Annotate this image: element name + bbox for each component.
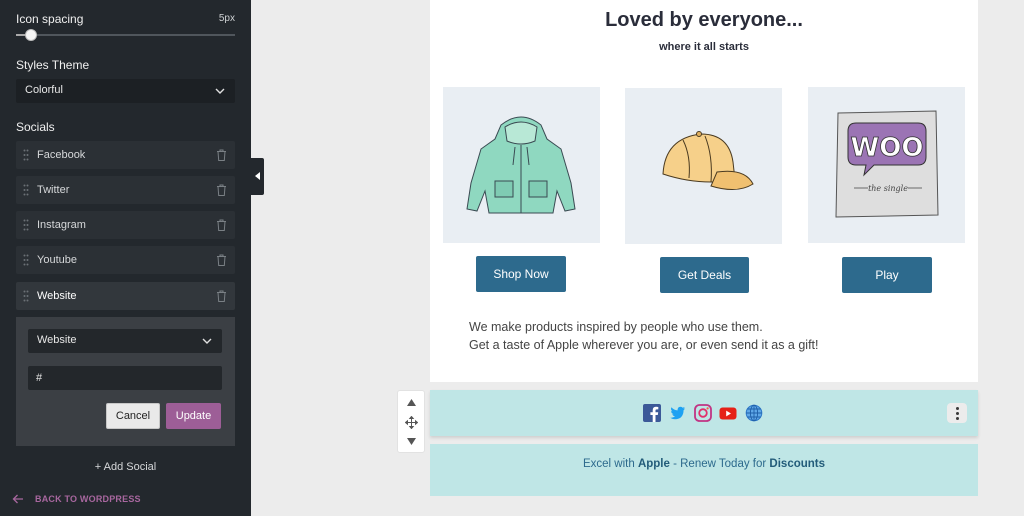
footer-discounts-link[interactable]: Discounts	[769, 458, 825, 470]
twitter-icon[interactable]	[668, 404, 686, 422]
more-options-icon	[956, 412, 959, 415]
drag-handle-icon[interactable]	[23, 219, 29, 231]
social-url-input[interactable]	[28, 366, 222, 390]
play-button[interactable]: Play	[842, 257, 932, 293]
globe-icon[interactable]	[745, 404, 763, 422]
email-headline: Loved by everyone...	[605, 9, 803, 31]
drag-move-icon[interactable]	[405, 416, 418, 429]
move-down-icon[interactable]	[406, 437, 417, 446]
styles-theme-value: Colorful	[25, 84, 63, 96]
more-options-icon	[956, 417, 959, 420]
back-to-wordpress-label: BACK TO WORDPRESS	[35, 494, 141, 504]
block-move-toolbar	[397, 390, 425, 453]
social-row-label: Instagram	[37, 219, 86, 231]
woo-poster-illustration: WOO the single	[835, 110, 939, 218]
social-row-youtube[interactable]: Youtube	[16, 246, 235, 274]
socials-label: Socials	[16, 120, 55, 134]
product-image-hoodie[interactable]	[443, 87, 600, 243]
footer-text: Excel with Apple - Renew Today for Disco…	[430, 458, 978, 470]
trash-icon[interactable]	[216, 290, 227, 302]
styles-theme-select[interactable]: Colorful	[16, 79, 235, 103]
social-row-label: Youtube	[37, 254, 77, 266]
social-row-twitter[interactable]: Twitter	[16, 176, 235, 204]
settings-sidebar: Icon spacing 5px Styles Theme Colorful S…	[0, 0, 251, 516]
instagram-icon[interactable]	[694, 404, 712, 422]
collapse-sidebar-button[interactable]	[251, 158, 264, 195]
caret-left-icon	[255, 172, 260, 180]
trash-icon[interactable]	[216, 219, 227, 231]
styles-theme-label: Styles Theme	[16, 58, 90, 72]
shop-now-button[interactable]: Shop Now	[476, 256, 566, 292]
facebook-icon[interactable]	[643, 404, 661, 422]
social-type-select[interactable]: Website	[28, 329, 222, 353]
icon-spacing-label: Icon spacing	[16, 12, 84, 26]
youtube-icon[interactable]	[719, 404, 737, 422]
social-row-instagram[interactable]: Instagram	[16, 211, 235, 239]
chevron-down-icon	[215, 88, 225, 94]
social-edit-panel: Website Cancel Update	[16, 317, 235, 446]
hoodie-illustration	[466, 116, 576, 214]
social-type-value: Website	[37, 334, 77, 346]
trash-icon[interactable]	[216, 184, 227, 196]
product-image-woo-poster[interactable]: WOO the single	[808, 87, 965, 243]
footer-text-part2: - Renew Today for	[669, 458, 770, 470]
drag-handle-icon[interactable]	[23, 149, 29, 161]
email-preview: Loved by everyone... where it all starts	[430, 0, 978, 382]
slider-thumb[interactable]	[25, 29, 37, 41]
social-icons-block[interactable]	[430, 390, 978, 436]
icon-spacing-value: 5px	[218, 13, 235, 24]
social-row-label: Twitter	[37, 184, 70, 196]
body-text-line-2: Get a taste of Apple wherever you are, o…	[469, 338, 819, 352]
woo-tagline-text: the single	[868, 184, 908, 193]
move-up-icon[interactable]	[406, 398, 417, 407]
footer-text-part1: Excel with	[582, 458, 638, 470]
more-options-icon	[956, 407, 959, 410]
social-row-label: Website	[37, 290, 77, 302]
get-deals-button[interactable]: Get Deals	[660, 257, 749, 293]
drag-handle-icon[interactable]	[23, 254, 29, 266]
footer-brand-link[interactable]: Apple	[638, 458, 670, 470]
trash-icon[interactable]	[216, 149, 227, 161]
more-options-button[interactable]	[947, 403, 967, 423]
cancel-button[interactable]: Cancel	[106, 403, 160, 429]
cap-illustration	[662, 131, 754, 190]
body-text-line-1: We make products inspired by people who …	[469, 320, 763, 334]
footer-block[interactable]: Excel with Apple - Renew Today for Disco…	[430, 444, 978, 496]
add-social-button[interactable]: + Add Social	[0, 461, 251, 473]
trash-icon[interactable]	[216, 254, 227, 266]
social-row-website[interactable]: Website	[16, 282, 235, 310]
drag-handle-icon[interactable]	[23, 290, 29, 302]
social-row-facebook[interactable]: Facebook	[16, 141, 235, 169]
update-button[interactable]: Update	[166, 403, 221, 429]
icon-spacing-slider[interactable]	[16, 29, 235, 41]
product-image-cap[interactable]	[625, 88, 782, 244]
chevron-down-icon	[202, 338, 212, 344]
email-subheadline: where it all starts	[659, 41, 749, 53]
social-row-label: Facebook	[37, 149, 86, 161]
arrow-left-icon	[12, 494, 23, 504]
drag-handle-icon[interactable]	[23, 184, 29, 196]
woo-logo-text: WOO	[851, 133, 924, 163]
